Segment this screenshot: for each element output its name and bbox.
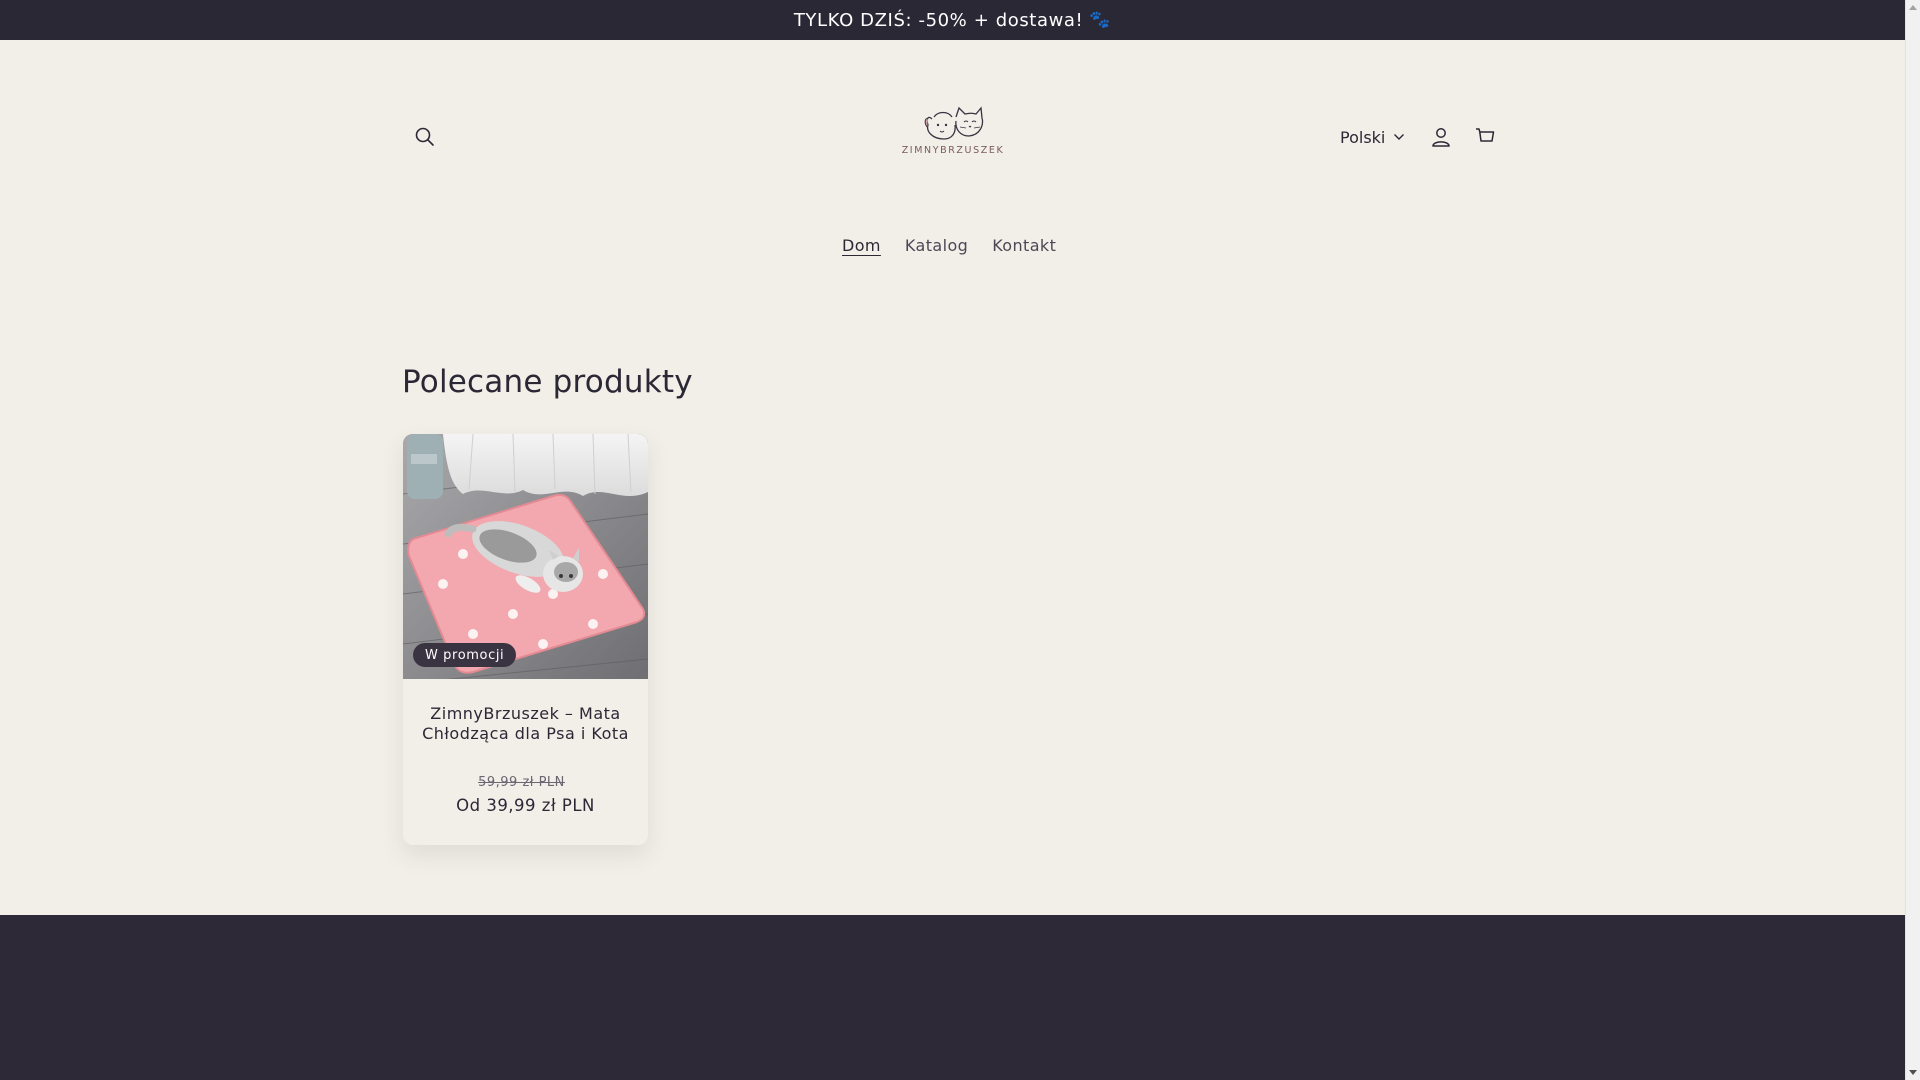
nav-item-katalog[interactable]: Katalog: [905, 236, 968, 255]
search-button[interactable]: [405, 117, 445, 157]
search-icon: [415, 127, 434, 146]
logo[interactable]: ZIMNYBRZUSZEK: [895, 105, 1011, 171]
language-selector[interactable]: Polski: [1340, 123, 1405, 151]
nav-item-dom[interactable]: Dom: [842, 236, 881, 255]
main-navigation: Dom Katalog Kontakt: [842, 236, 1056, 255]
site-footer: [0, 915, 1905, 1080]
scroll-down-icon[interactable]: [1909, 1070, 1917, 1075]
paw-icon: 🐾: [1089, 10, 1112, 30]
product-price: Od 39,99 zł PLN: [456, 796, 595, 815]
sale-badge: W promocji: [413, 643, 517, 667]
product-card[interactable]: W promocji ZimnyBrzuszek – Mata Chłodząc…: [403, 434, 648, 845]
account-button[interactable]: [1421, 117, 1461, 157]
vertical-scrollbar[interactable]: [1905, 0, 1920, 1080]
scroll-up-icon[interactable]: [1909, 5, 1917, 10]
section-title: Polecane produkty: [402, 364, 693, 400]
logo-text: ZIMNYBRZUSZEK: [901, 145, 1005, 156]
cart-icon: [1476, 128, 1495, 142]
nav-item-kontakt[interactable]: Kontakt: [992, 236, 1056, 255]
chevron-down-icon: [1394, 134, 1405, 140]
product-price-old: 59,99 zł PLN: [478, 775, 565, 790]
site-header: ZIMNYBRZUSZEK Polski: [0, 40, 1905, 300]
language-label: Polski: [1340, 127, 1386, 147]
page: TYLKO DZIŚ: -50% + dostawa! 🐾 ZIMNYBRZUS…: [0, 0, 1920, 1080]
cart-button[interactable]: [1465, 117, 1505, 157]
product-title[interactable]: ZimnyBrzuszek – Mata Chłodząca dla Psa i…: [421, 704, 630, 743]
dog-cat-logo-icon: [924, 106, 984, 140]
announcement-text: TYLKO DZIŚ: -50% + dostawa!: [793, 9, 1084, 31]
product-image[interactable]: W promocji: [403, 434, 648, 679]
announcement-bar: TYLKO DZIŚ: -50% + dostawa! 🐾: [0, 0, 1905, 40]
scrollbar-thumb[interactable]: [1909, 18, 1917, 1058]
account-icon: [1432, 128, 1450, 147]
